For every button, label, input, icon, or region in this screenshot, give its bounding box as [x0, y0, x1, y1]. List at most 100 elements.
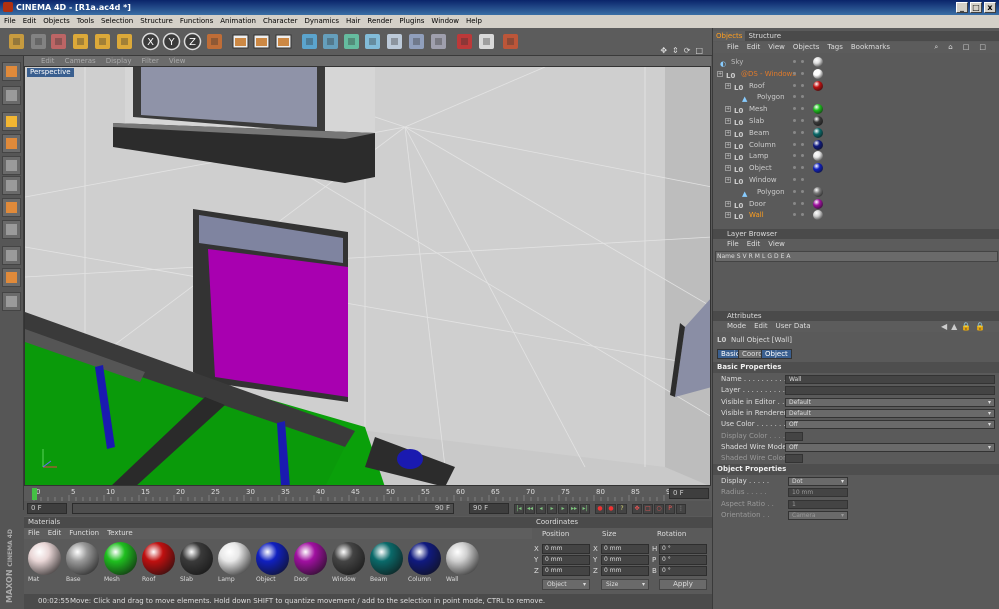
- scale-key-button[interactable]: □: [643, 504, 653, 514]
- editor-visibility-dot[interactable]: [793, 71, 796, 75]
- polygons-tool-icon[interactable]: [2, 198, 21, 217]
- checker-icon[interactable]: [2, 246, 21, 265]
- current-frame-field[interactable]: 0 F: [669, 488, 709, 499]
- menu-edit[interactable]: Edit: [19, 15, 40, 25]
- object-row-lamp[interactable]: + L0 Lamp: [713, 150, 999, 162]
- render-visibility-dot[interactable]: [801, 201, 804, 205]
- render-visibility-dot[interactable]: [801, 107, 804, 111]
- editor-visibility-dot[interactable]: [793, 166, 796, 170]
- render-visibility-dot[interactable]: [801, 71, 804, 75]
- object-row-sky[interactable]: ◐ Sky: [713, 56, 999, 68]
- attr-value-display-select[interactable]: Dot: [788, 477, 848, 486]
- array-icon[interactable]: [341, 31, 362, 52]
- layer-column-g[interactable]: G: [766, 252, 773, 261]
- attr-value-orientation-select[interactable]: Camera: [788, 510, 848, 520]
- editor-visibility-dot[interactable]: [793, 201, 796, 205]
- apply-button[interactable]: Apply: [659, 579, 707, 590]
- timeline-cursor[interactable]: [32, 488, 37, 500]
- object-tool-icon[interactable]: [2, 86, 21, 105]
- size-y-field[interactable]: 0 mm: [601, 555, 649, 565]
- material-mesh[interactable]: Mesh: [102, 541, 138, 586]
- size-x-field[interactable]: 0 mm: [601, 544, 649, 554]
- render-visibility-dot[interactable]: [801, 178, 804, 181]
- menu-selection[interactable]: Selection: [97, 15, 136, 25]
- objects-menu-bookmarks[interactable]: Bookmarks: [847, 42, 894, 53]
- expand-toggle[interactable]: +: [725, 200, 731, 207]
- attr-value-layer-field[interactable]: [785, 386, 995, 396]
- viewport-menu-filter[interactable]: Filter: [137, 56, 164, 66]
- attr-value-visible-in-renderer-select[interactable]: Default: [785, 408, 995, 418]
- material-window[interactable]: Window: [330, 541, 366, 586]
- render-visibility-dot[interactable]: [801, 189, 804, 193]
- rotation-p-field[interactable]: 0 °: [659, 555, 707, 565]
- attributes-menu-user-data[interactable]: User Data: [772, 321, 815, 332]
- editor-visibility-dot[interactable]: [793, 83, 796, 87]
- rotation-key-button[interactable]: ○: [654, 504, 664, 514]
- home-icon[interactable]: ⌂: [944, 42, 958, 53]
- redo-icon[interactable]: [28, 31, 49, 52]
- material-column[interactable]: Column: [406, 541, 442, 586]
- expand-toggle[interactable]: +: [725, 177, 731, 183]
- goto-end-button[interactable]: ▸|: [580, 504, 590, 514]
- next-frame-button[interactable]: ▸: [558, 504, 568, 514]
- prev-frame-button[interactable]: ◂: [536, 504, 546, 514]
- z-axis-icon[interactable]: Z: [182, 31, 203, 52]
- editor-visibility-dot[interactable]: [793, 142, 796, 146]
- coord-size-select[interactable]: Size: [601, 579, 649, 590]
- material-tag-icon[interactable]: [813, 186, 823, 197]
- close-button[interactable]: x: [984, 2, 996, 13]
- menu-window[interactable]: Window: [427, 15, 462, 25]
- menu-structure[interactable]: Structure: [136, 15, 176, 25]
- viewport[interactable]: Perspective: [24, 66, 711, 486]
- lock-icon[interactable]: □: [975, 42, 992, 53]
- move-icon[interactable]: [70, 31, 91, 52]
- menu-help[interactable]: Help: [462, 15, 485, 25]
- material-tag-icon[interactable]: [813, 116, 823, 126]
- expand-toggle[interactable]: +: [725, 118, 731, 124]
- object-row-column[interactable]: + L0 Column: [713, 139, 999, 151]
- end-frame-field[interactable]: 90 F: [469, 503, 509, 514]
- model-tool-icon[interactable]: [2, 62, 21, 81]
- deformer-icon[interactable]: [362, 31, 383, 52]
- material-tag-icon[interactable]: [813, 198, 823, 209]
- layer-menu-view[interactable]: View: [764, 239, 789, 250]
- attributes-menu-mode[interactable]: Mode: [723, 321, 750, 332]
- viewport-menu-cameras[interactable]: Cameras: [60, 56, 101, 66]
- expand-toggle[interactable]: +: [725, 153, 731, 160]
- menu-dynamics[interactable]: Dynamics: [301, 15, 343, 25]
- object-row-roof[interactable]: + L0 Roof: [713, 80, 999, 92]
- material-roof[interactable]: Roof: [140, 541, 176, 586]
- menu-animation[interactable]: Animation: [216, 15, 259, 25]
- materials-menu-function[interactable]: Function: [65, 528, 103, 539]
- parameter-key-button[interactable]: P: [665, 504, 675, 514]
- coord-mode-select[interactable]: Object: [542, 579, 590, 590]
- materials-menu-texture[interactable]: Texture: [103, 528, 137, 539]
- objects-menu-view[interactable]: View: [764, 42, 789, 53]
- object-row-polygon[interactable]: ▲ Polygon: [713, 91, 999, 103]
- material-tag-icon[interactable]: [813, 210, 823, 221]
- render-visibility-dot[interactable]: [801, 130, 804, 134]
- attr-value-shaded-wire-mode-select[interactable]: Off: [785, 442, 995, 452]
- attributes-tab-object[interactable]: Object: [761, 349, 792, 359]
- render-visibility-dot[interactable]: [801, 154, 804, 158]
- layer-menu-edit[interactable]: Edit: [743, 239, 765, 250]
- menu-render[interactable]: Render: [363, 15, 395, 25]
- editor-visibility-dot[interactable]: [793, 95, 796, 99]
- x-axis-icon[interactable]: X: [140, 31, 161, 52]
- autokey-button[interactable]: ●: [606, 504, 616, 514]
- start-frame-field[interactable]: 0 F: [27, 503, 67, 514]
- tab-objects[interactable]: Objects: [713, 31, 746, 41]
- expand-toggle[interactable]: +: [725, 106, 731, 113]
- editor-visibility-dot[interactable]: [793, 154, 796, 158]
- render-visibility-dot[interactable]: [801, 213, 804, 217]
- points-tool-icon[interactable]: [2, 156, 21, 175]
- expand-toggle[interactable]: +: [725, 141, 731, 148]
- render-view-icon[interactable]: [230, 31, 251, 52]
- maximize-view-icon[interactable]: □: [694, 46, 707, 56]
- render-visibility-dot[interactable]: [801, 95, 804, 99]
- material-tag-icon[interactable]: [813, 151, 823, 162]
- material-tag-icon[interactable]: [813, 68, 823, 79]
- point-level-button[interactable]: ⋮: [676, 504, 686, 514]
- material-tag-icon[interactable]: [813, 139, 823, 150]
- editor-visibility-dot[interactable]: [793, 189, 796, 193]
